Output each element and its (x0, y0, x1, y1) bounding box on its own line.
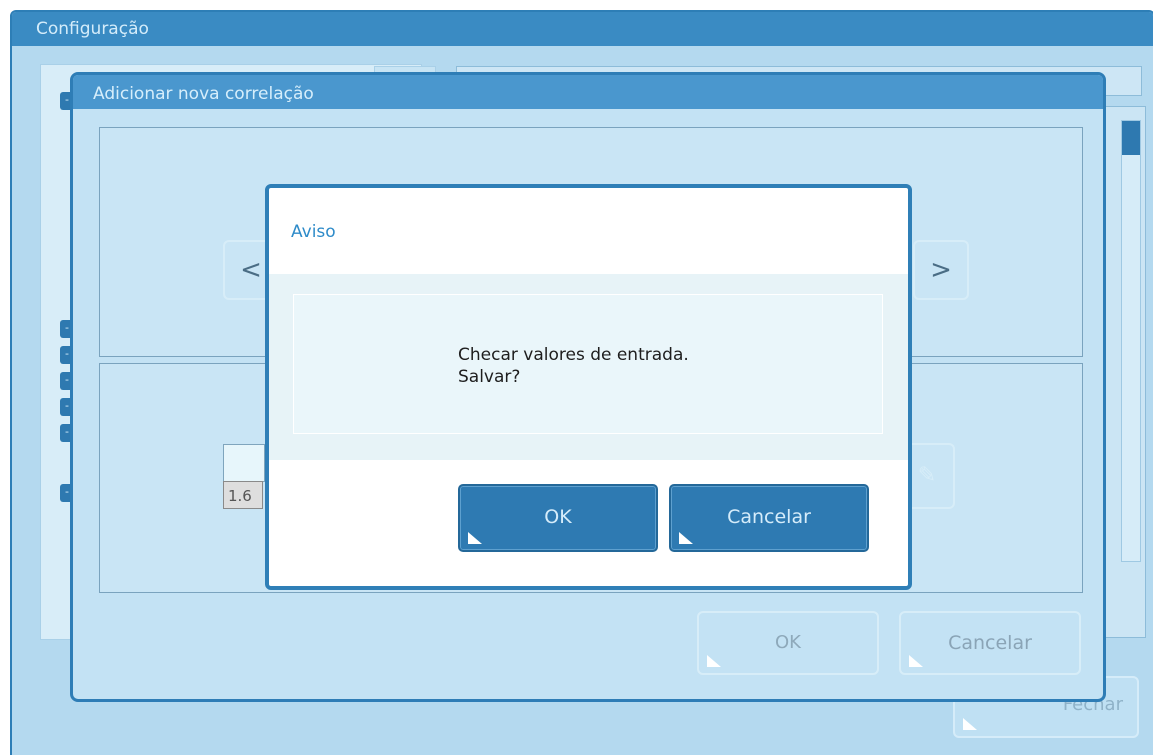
warning-title: Aviso (291, 222, 336, 242)
add-correlation-title: Adicionar nova correlação (73, 75, 1103, 109)
add-cancel-button[interactable]: Cancelar (899, 611, 1081, 675)
add-ok-button[interactable]: OK (697, 611, 879, 675)
corner-marker-icon (909, 655, 923, 667)
warning-cancel-button[interactable]: Cancelar (669, 484, 869, 552)
add-cancel-label: Cancelar (948, 632, 1032, 654)
corner-marker-icon (707, 655, 721, 667)
warning-message-line1: Checar valores de entrada. (458, 345, 689, 365)
warning-cancel-label: Cancelar (727, 506, 811, 528)
warning-ok-button[interactable]: OK (458, 484, 658, 552)
next-button[interactable]: > (913, 240, 969, 300)
config-scrollbar[interactable] (1121, 120, 1141, 562)
value-cell[interactable]: 1.6 (223, 481, 263, 509)
warning-message-line2: Salvar? (458, 367, 521, 387)
scrollbar-thumb[interactable] (1122, 121, 1140, 155)
config-window-title: Configuração (12, 12, 1153, 46)
chevron-left-icon: < (240, 255, 262, 285)
warning-message-band: Checar valores de entrada. Salvar? (269, 274, 908, 460)
value-cell-header[interactable] (223, 444, 265, 482)
corner-marker-icon (468, 532, 482, 544)
corner-marker-icon (963, 718, 977, 730)
corner-marker-icon (679, 532, 693, 544)
warning-dialog: Aviso Checar valores de entrada. Salvar?… (265, 184, 912, 590)
pencil-icon: ✎ (917, 463, 937, 488)
warning-ok-label: OK (544, 506, 572, 528)
add-ok-label: OK (775, 632, 801, 653)
chevron-right-icon: > (930, 255, 952, 285)
warning-message-box: Checar valores de entrada. Salvar? (293, 294, 883, 434)
